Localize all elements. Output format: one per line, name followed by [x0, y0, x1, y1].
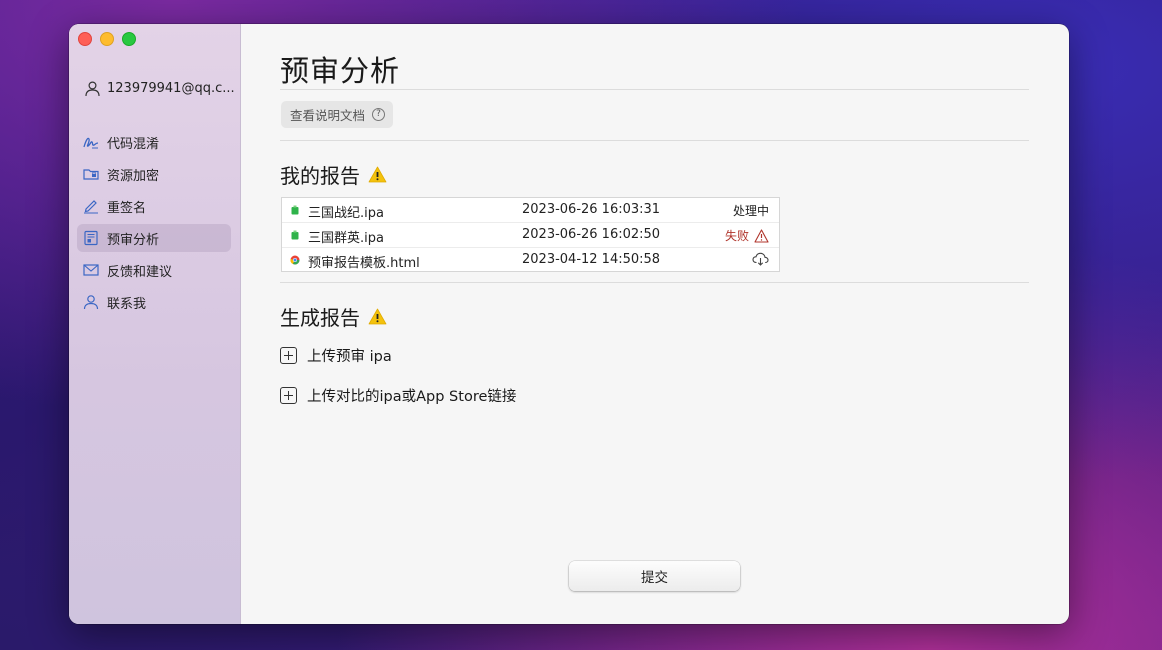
generate-report-title: 生成报告: [280, 306, 360, 330]
sidebar-item-resource-encryption[interactable]: 资源加密: [77, 160, 231, 188]
my-reports-title: 我的报告: [280, 164, 360, 188]
sidebar-item-label: 代码混淆: [107, 136, 160, 152]
report-date: 2023-06-26 16:03:31: [522, 202, 661, 217]
sidebar-item-label: 资源加密: [107, 168, 160, 184]
sidebar: 123979941@qq.c... 代码混淆 资源加密 重签名 预审分析 反馈和…: [69, 24, 241, 624]
view-docs-label: 查看说明文档: [290, 108, 366, 123]
upload-ipa-button[interactable]: 上传预审 ipa: [280, 345, 392, 366]
envelope-icon: [83, 264, 99, 276]
account-email: 123979941@qq.c...: [107, 81, 235, 96]
my-reports-heading: 我的报告: [280, 160, 387, 189]
account[interactable]: 123979941@qq.c...: [84, 80, 235, 97]
report-file-name: 预审报告模板.html: [308, 256, 420, 271]
report-status-label: 处理中: [732, 204, 769, 218]
report-status-label: 失败: [724, 229, 749, 243]
zoom-window-button[interactable]: [122, 32, 136, 46]
html-file-icon: [290, 255, 300, 265]
report-row[interactable]: 三国战纪.ipa 2023-06-26 16:03:31 处理中: [282, 198, 779, 223]
report-status: 处理中: [733, 202, 769, 219]
upload-ipa-label: 上传预审 ipa: [307, 349, 392, 365]
report-list: 三国战纪.ipa 2023-06-26 16:03:31 处理中 三国群英.ip…: [281, 197, 780, 272]
sidebar-item-label: 重签名: [107, 200, 147, 216]
divider: [280, 89, 1029, 90]
sidebar-nav: 代码混淆 资源加密 重签名 预审分析 反馈和建议 联系我: [77, 128, 231, 320]
window-controls: [78, 32, 136, 46]
warning-icon[interactable]: [368, 308, 387, 325]
divider: [280, 282, 1029, 283]
page-title: 预审分析: [280, 54, 401, 88]
user-icon: [85, 81, 100, 97]
report-status: [752, 252, 769, 266]
report-row[interactable]: 预审报告模板.html 2023-04-12 14:50:58: [282, 248, 779, 272]
sidebar-item-label: 反馈和建议: [107, 264, 173, 280]
report-file-name: 三国群英.ipa: [308, 231, 384, 246]
help-icon: ?: [372, 108, 386, 121]
person-icon: [83, 295, 99, 310]
report-date: 2023-06-26 16:02:50: [522, 227, 661, 242]
minimize-window-button[interactable]: [100, 32, 114, 46]
sidebar-item-label: 预审分析: [107, 232, 160, 248]
signature-icon: [83, 137, 99, 149]
divider: [280, 140, 1029, 141]
ipa-file-icon: [291, 230, 299, 240]
sidebar-item-label: 联系我: [107, 296, 147, 312]
report-date: 2023-04-12 14:50:58: [522, 252, 661, 267]
pencil-icon: [84, 200, 98, 214]
report-row[interactable]: 三国群英.ipa 2023-06-26 16:02:50 失败: [282, 223, 779, 248]
sidebar-item-resign[interactable]: 重签名: [77, 192, 231, 220]
plus-icon: [280, 387, 297, 404]
warning-icon[interactable]: [368, 166, 387, 183]
submit-button[interactable]: 提交: [569, 561, 740, 591]
view-docs-button[interactable]: 查看说明文档 ?: [281, 101, 394, 128]
sidebar-item-contact[interactable]: 联系我: [77, 288, 231, 316]
upload-compare-button[interactable]: 上传对比的ipa或App Store链接: [280, 385, 516, 406]
folder-lock-icon: [83, 169, 99, 180]
ipa-file-icon: [291, 205, 299, 215]
sidebar-item-pre-review[interactable]: 预审分析: [77, 224, 231, 252]
close-window-button[interactable]: [78, 32, 92, 46]
plus-icon: [280, 347, 297, 364]
report-status: 失败: [725, 227, 769, 244]
upload-compare-label: 上传对比的ipa或App Store链接: [307, 389, 517, 405]
main-content: 预审分析 查看说明文档 ? 我的报告 三国战纪.ipa 2023-06-26 1: [241, 24, 1069, 624]
sidebar-item-feedback[interactable]: 反馈和建议: [77, 256, 231, 284]
sidebar-item-obfuscation[interactable]: 代码混淆: [77, 128, 231, 156]
document-icon: [84, 230, 98, 246]
report-file-name: 三国战纪.ipa: [308, 206, 384, 221]
app-window: 123979941@qq.c... 代码混淆 资源加密 重签名 预审分析 反馈和…: [69, 24, 1069, 624]
cloud-download-icon[interactable]: [752, 252, 769, 266]
generate-report-heading: 生成报告: [280, 302, 387, 331]
alert-triangle-icon[interactable]: [754, 228, 769, 243]
